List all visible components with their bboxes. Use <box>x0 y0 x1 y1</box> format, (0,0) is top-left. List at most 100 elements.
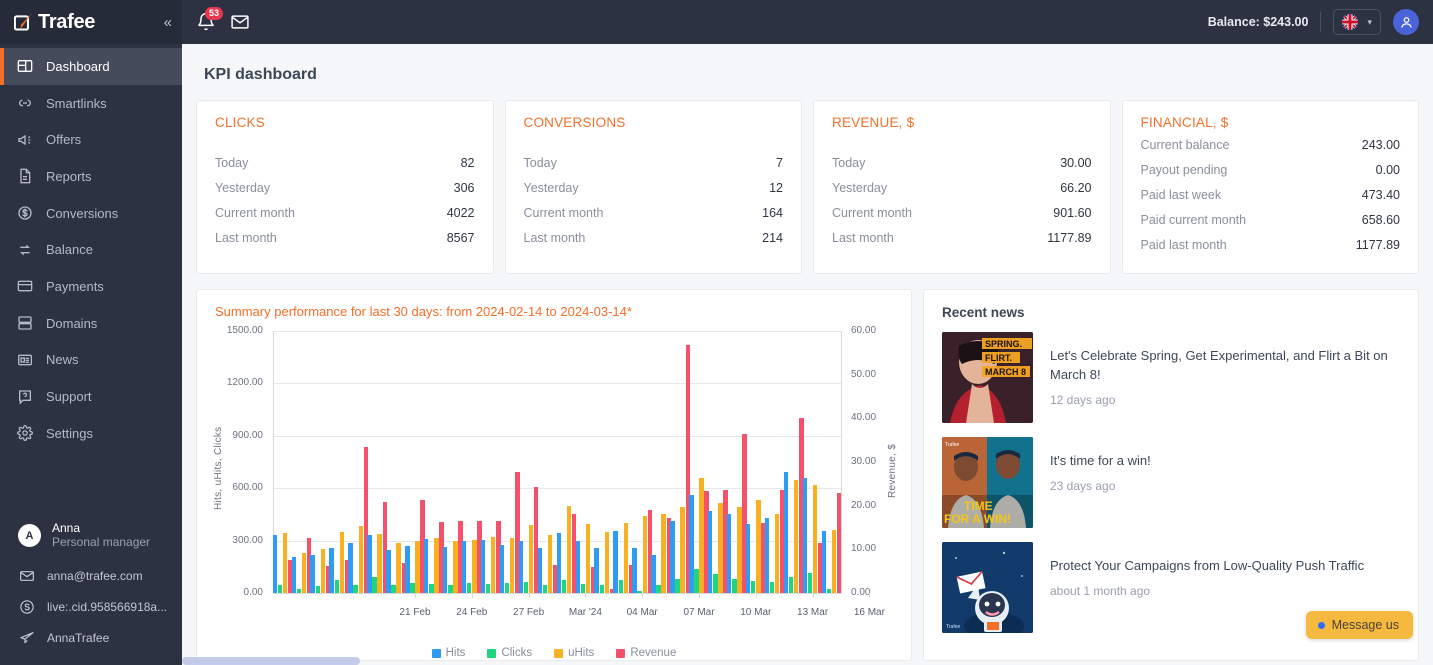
chart-bar[interactable] <box>556 532 561 593</box>
chart-bar[interactable] <box>367 534 372 593</box>
news-list-item[interactable]: SPRING. FLIRT. MARCH 8 Let's Celebrate S… <box>942 332 1400 423</box>
chart-bar[interactable] <box>334 580 339 593</box>
chart-bar[interactable] <box>320 549 326 593</box>
chart-bar[interactable] <box>348 543 353 593</box>
chart-bar[interactable] <box>637 590 642 593</box>
chart-bar[interactable] <box>542 585 548 593</box>
chart-bar[interactable] <box>480 539 486 593</box>
chart-bar[interactable] <box>769 582 775 593</box>
chart-bar[interactable] <box>391 585 396 593</box>
contact-email[interactable]: anna@trafee.com <box>0 560 182 591</box>
chart-bar[interactable] <box>510 537 515 593</box>
sidebar-item-news[interactable]: News <box>0 342 182 379</box>
sidebar-item-support[interactable]: Support <box>0 378 182 415</box>
personal-manager-block[interactable]: A Anna Personal manager <box>0 513 182 560</box>
chart-bar[interactable] <box>585 524 591 593</box>
language-selector[interactable]: ▾ <box>1333 9 1381 35</box>
chart-bar[interactable] <box>594 547 599 593</box>
chart-bar[interactable] <box>745 524 751 593</box>
chart-bar[interactable] <box>699 477 704 593</box>
chart-bar[interactable] <box>718 503 723 593</box>
chart-bar[interactable] <box>575 541 580 593</box>
legend-item-hits[interactable]: Hits <box>431 647 465 659</box>
chart-bar[interactable] <box>296 588 302 593</box>
chart-bar[interactable] <box>472 539 477 593</box>
chart-bar[interactable] <box>794 480 799 593</box>
chart-bar[interactable] <box>656 584 661 593</box>
chart-bar[interactable] <box>443 546 448 593</box>
chart-bar[interactable] <box>618 580 623 593</box>
chart-bar[interactable] <box>372 577 377 593</box>
chart-bar[interactable] <box>632 547 637 593</box>
legend-item-clicks[interactable]: Clicks <box>487 647 532 659</box>
chart-bar[interactable] <box>310 554 315 593</box>
brand-logo[interactable]: Trafee <box>13 11 95 34</box>
user-avatar[interactable] <box>1393 9 1419 35</box>
chart-bar[interactable] <box>272 535 278 593</box>
chart-plot-area[interactable]: 0.00 300.00 600.00 900.00 1200.00 1500.00 0.00… <box>211 323 911 641</box>
chart-bar[interactable] <box>675 579 680 593</box>
messages-button[interactable] <box>230 12 250 32</box>
chart-bar[interactable] <box>339 531 344 593</box>
chart-bar[interactable] <box>358 525 363 593</box>
chart-bar[interactable] <box>826 589 832 593</box>
chart-bar[interactable] <box>751 580 756 593</box>
chart-bar[interactable] <box>518 540 524 593</box>
sidebar-item-smartlinks[interactable]: Smartlinks <box>0 85 182 122</box>
chart-bar[interactable] <box>282 532 288 593</box>
chart-bar[interactable] <box>528 524 534 593</box>
chart-bar[interactable] <box>424 538 429 593</box>
chart-bar[interactable] <box>580 583 586 593</box>
chart-bar[interactable] <box>783 472 789 593</box>
chart-bar[interactable] <box>566 505 572 593</box>
chart-bar[interactable] <box>788 577 794 593</box>
horizontal-scrollbar[interactable] <box>182 657 360 665</box>
chart-bar[interactable] <box>291 557 296 593</box>
chart-bar[interactable] <box>415 540 420 593</box>
chart-bar[interactable] <box>410 582 415 593</box>
chart-bar[interactable] <box>599 584 604 593</box>
sidebar-item-domains[interactable]: Domains <box>0 305 182 342</box>
chart-bar[interactable] <box>680 506 685 593</box>
contact-telegram[interactable]: AnnaTrafee <box>0 622 182 653</box>
chart-bar[interactable] <box>561 580 567 593</box>
chart-bar[interactable] <box>504 582 510 593</box>
chart-bar[interactable] <box>453 540 458 593</box>
sidebar-item-payments[interactable]: Payments <box>0 268 182 305</box>
chart-bar[interactable] <box>467 583 472 593</box>
chart-bar[interactable] <box>386 550 391 593</box>
chart-bar[interactable] <box>461 540 467 593</box>
sidebar-item-offers[interactable]: Offers <box>0 121 182 158</box>
sidebar-item-dashboard[interactable]: Dashboard <box>0 48 182 85</box>
chart-bar[interactable] <box>812 484 818 593</box>
chart-bar[interactable] <box>661 513 666 593</box>
chart-bar[interactable] <box>613 531 618 593</box>
sidebar-item-settings[interactable]: Settings <box>0 415 182 452</box>
chart-bar[interactable] <box>670 521 675 593</box>
news-list-item[interactable]: TIME FOR A WIN! Trafee It's time for a w… <box>942 437 1400 528</box>
chart-bar[interactable] <box>547 535 553 593</box>
chart-bar[interactable] <box>708 510 713 593</box>
chart-bar[interactable] <box>405 545 410 593</box>
chart-bar[interactable] <box>491 537 496 593</box>
chart-bar[interactable] <box>448 585 453 593</box>
chart-bar[interactable] <box>353 584 358 593</box>
notifications-button[interactable]: 53 <box>196 7 224 32</box>
chart-bar[interactable] <box>434 537 439 593</box>
chart-bar[interactable] <box>756 499 761 593</box>
chart-bar[interactable] <box>485 583 491 593</box>
chart-bar[interactable] <box>396 543 401 593</box>
chart-bar[interactable] <box>377 533 382 593</box>
chart-bar[interactable] <box>689 495 694 593</box>
chart-bar[interactable] <box>537 548 543 593</box>
legend-item-revenue[interactable]: Revenue <box>616 647 676 659</box>
chart-bar[interactable] <box>623 523 628 593</box>
sidebar-collapse-icon[interactable]: « <box>164 15 172 30</box>
chart-bar[interactable] <box>651 554 656 593</box>
chart-bar[interactable] <box>764 517 770 593</box>
chart-bar[interactable] <box>727 514 732 593</box>
chart-bar[interactable] <box>523 582 529 593</box>
sidebar-item-reports[interactable]: Reports <box>0 158 182 195</box>
sidebar-item-conversions[interactable]: Conversions <box>0 195 182 232</box>
chart-bar[interactable] <box>301 552 307 593</box>
